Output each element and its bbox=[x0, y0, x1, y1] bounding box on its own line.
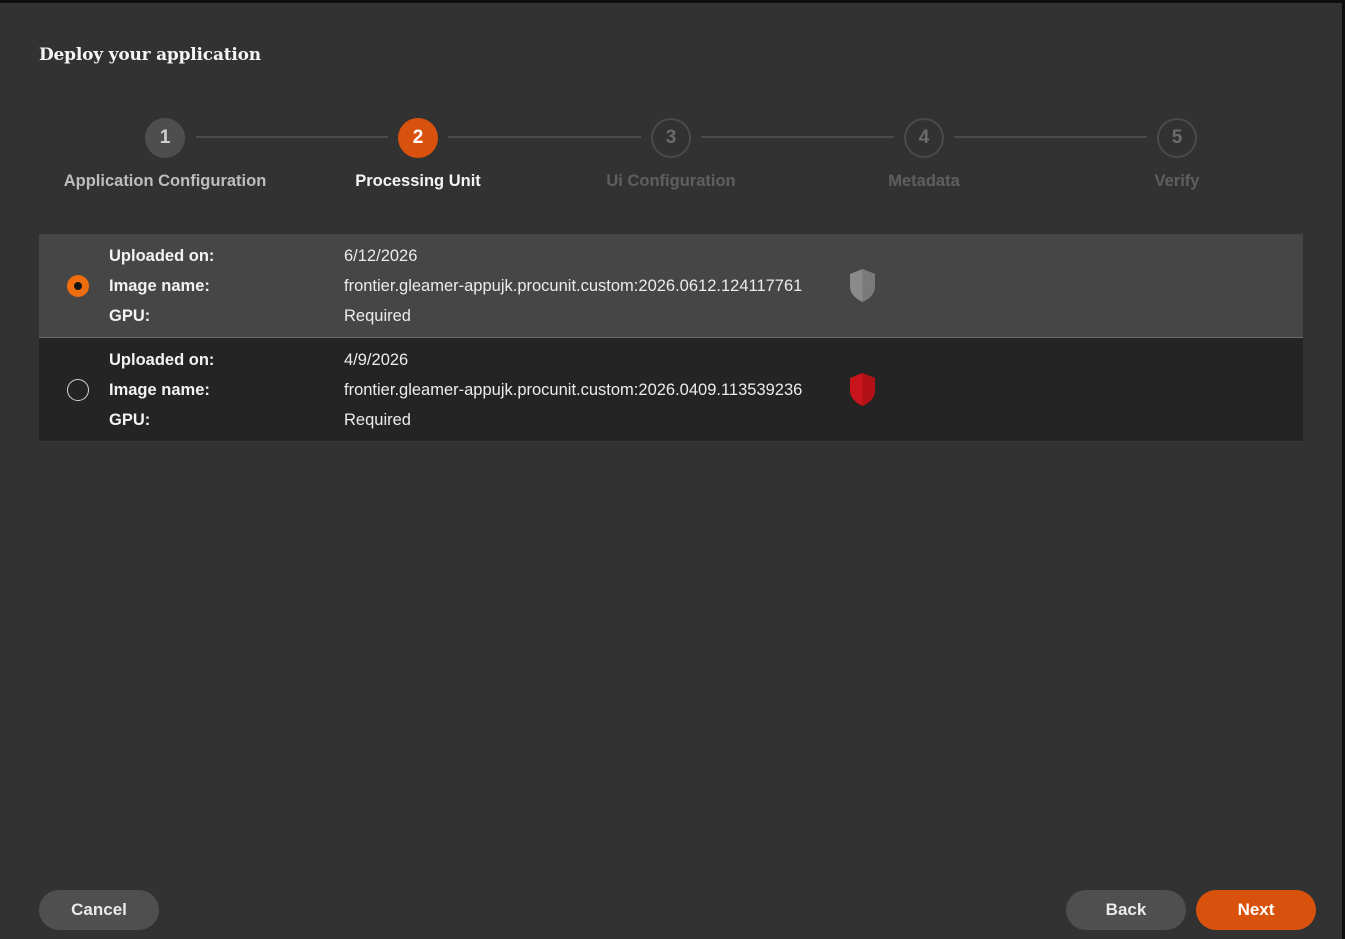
gpu-label: GPU: bbox=[109, 307, 151, 325]
uploaded-on-label: Uploaded on: bbox=[109, 351, 215, 369]
image-name-label: Image name: bbox=[109, 277, 210, 295]
gpu-label: GPU: bbox=[109, 411, 151, 429]
next-button[interactable]: Next bbox=[1196, 890, 1316, 930]
step-connector bbox=[448, 136, 641, 138]
gpu-value: Required bbox=[344, 307, 411, 325]
uploaded-on-value: 4/9/2026 bbox=[344, 351, 409, 369]
uploaded-on-value: 6/12/2026 bbox=[344, 247, 418, 265]
shield-alert-icon bbox=[850, 373, 875, 406]
step-connector bbox=[954, 136, 1147, 138]
image-name-label: Image name: bbox=[109, 381, 210, 399]
radio-selected[interactable] bbox=[67, 275, 89, 297]
processing-unit-row[interactable]: Uploaded on: Image name: GPU: 6/12/2026 … bbox=[39, 234, 1303, 338]
step-3-label: Ui Configuration bbox=[606, 172, 736, 190]
processing-unit-row[interactable]: Uploaded on: Image name: GPU: 4/9/2026 f… bbox=[39, 338, 1303, 442]
back-button[interactable]: Back bbox=[1066, 890, 1186, 930]
image-name-value: frontier.gleamer-appujk.procunit.custom:… bbox=[344, 381, 803, 399]
processing-unit-list: Uploaded on: Image name: GPU: 6/12/2026 … bbox=[39, 234, 1303, 442]
step-5-label: Verify bbox=[1154, 172, 1200, 190]
stepper: 1 2 3 4 5 Application Configuration Proc… bbox=[0, 3, 1342, 203]
uploaded-on-label: Uploaded on: bbox=[109, 247, 215, 265]
step-4-label: Metadata bbox=[888, 172, 960, 190]
step-1-label[interactable]: Application Configuration bbox=[45, 172, 285, 191]
step-2-indicator[interactable]: 2 bbox=[398, 118, 438, 158]
radio-unselected[interactable] bbox=[67, 379, 89, 401]
step-5-indicator: 5 bbox=[1157, 118, 1197, 158]
gpu-value: Required bbox=[344, 411, 411, 429]
deploy-dialog: Deploy your application 1 2 3 4 5 Applic… bbox=[0, 3, 1342, 939]
cancel-button[interactable]: Cancel bbox=[39, 890, 159, 930]
step-4-indicator: 4 bbox=[904, 118, 944, 158]
image-name-value: frontier.gleamer-appujk.procunit.custom:… bbox=[344, 277, 803, 295]
step-1-indicator[interactable]: 1 bbox=[145, 118, 185, 158]
step-3-indicator: 3 bbox=[651, 118, 691, 158]
step-connector bbox=[196, 136, 388, 138]
step-connector bbox=[701, 136, 894, 138]
shield-neutral-icon bbox=[850, 269, 875, 302]
step-2-label: Processing Unit bbox=[355, 172, 481, 190]
